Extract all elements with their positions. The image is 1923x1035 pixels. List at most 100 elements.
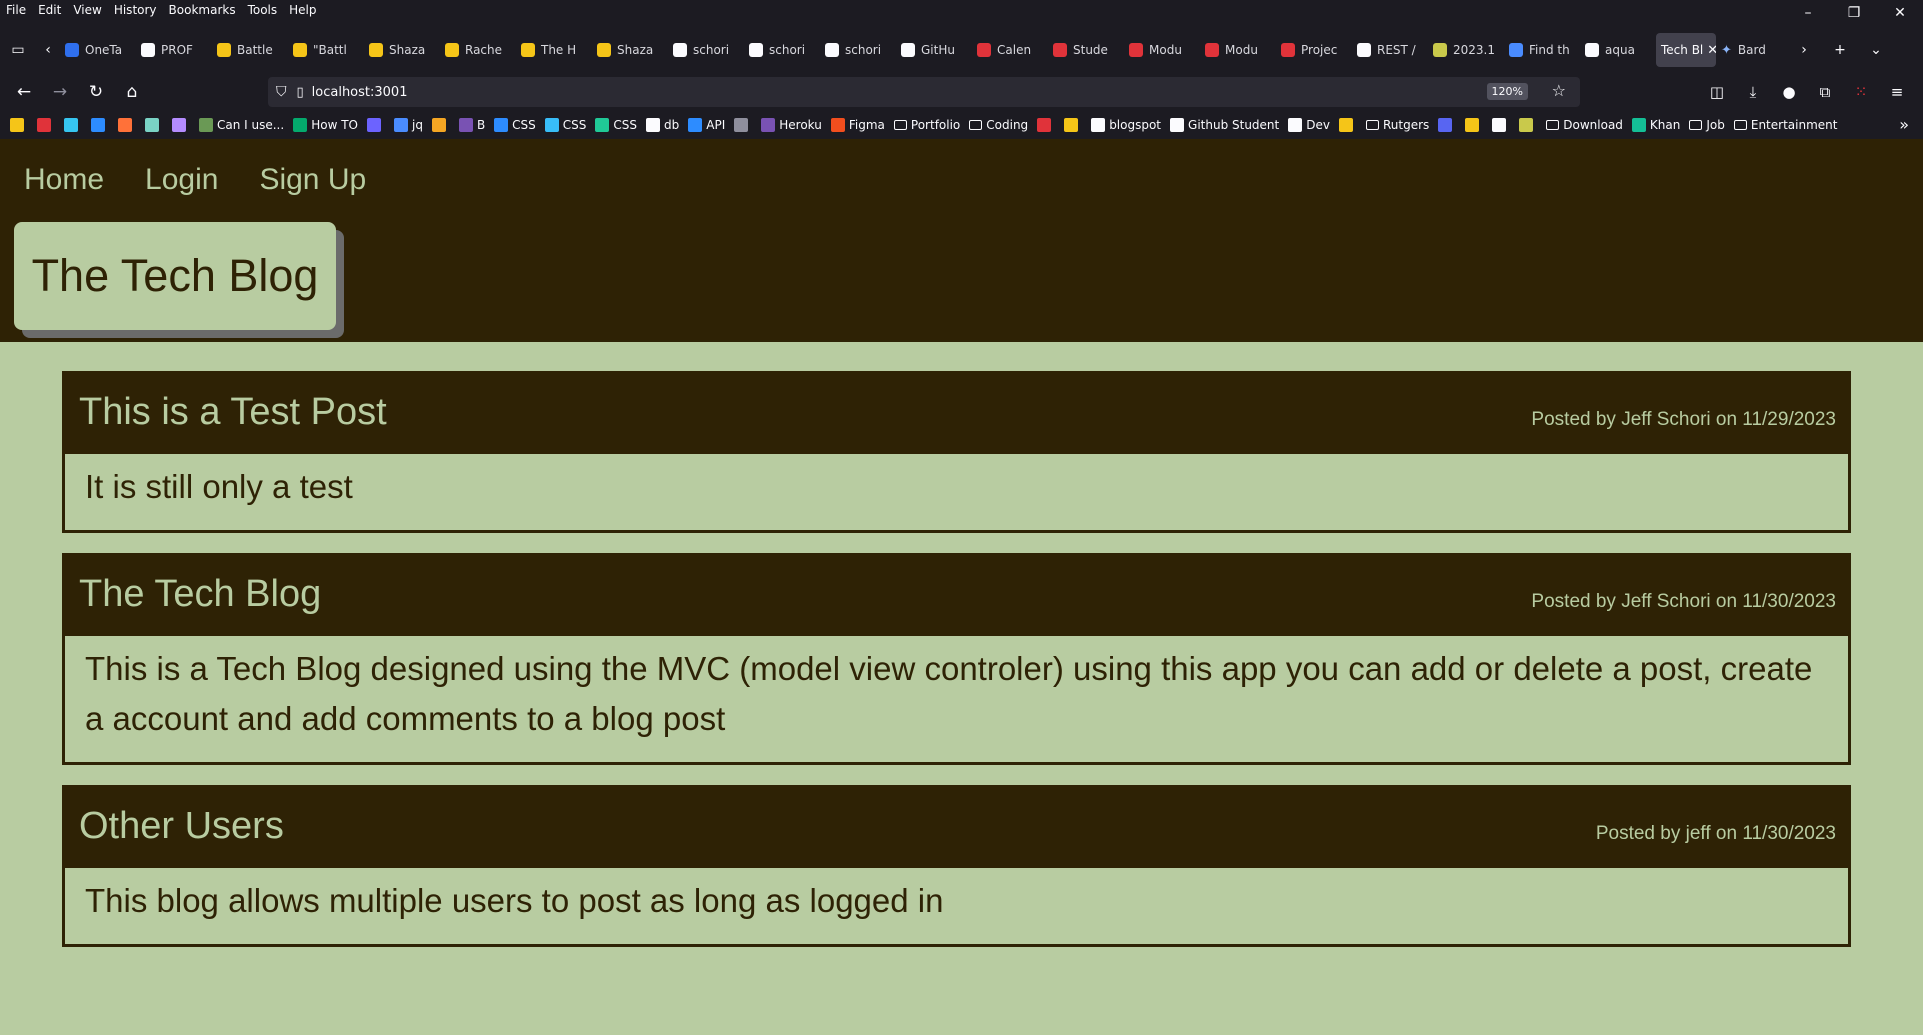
tab-20[interactable]: aqua xyxy=(1580,33,1656,67)
zoom-level[interactable]: 120% xyxy=(1486,83,1528,100)
tab-0[interactable]: OneTa xyxy=(60,33,136,67)
home-icon[interactable]: ⌂ xyxy=(114,77,150,107)
bookmark-item[interactable] xyxy=(1438,118,1456,132)
bookmark-item[interactable]: Entertainment xyxy=(1733,118,1837,132)
bookmark-item[interactable] xyxy=(366,118,385,132)
forward-icon[interactable]: → xyxy=(42,77,78,107)
bookmark-item[interactable]: Portfolio xyxy=(893,118,960,132)
bookmark-item[interactable] xyxy=(1338,118,1357,132)
tab-6[interactable]: The H xyxy=(516,33,592,67)
post-title[interactable]: Other Users xyxy=(79,805,284,848)
close-tab-icon[interactable]: ✕ xyxy=(1707,43,1716,58)
bookmark-item[interactable]: CSS xyxy=(494,118,536,132)
tab-18[interactable]: 2023.1 xyxy=(1428,33,1504,67)
nav-home-link[interactable]: Home xyxy=(24,163,104,197)
menu-tools[interactable]: Tools xyxy=(248,3,278,17)
tab-9[interactable]: schori xyxy=(744,33,820,67)
tab-8[interactable]: schori xyxy=(668,33,744,67)
scroll-tabs-left-icon[interactable]: ‹ xyxy=(36,32,60,68)
reload-icon[interactable]: ↻ xyxy=(78,77,114,107)
extensions-icon[interactable]: ⧉ xyxy=(1807,74,1843,110)
post-title[interactable]: The Tech Blog xyxy=(79,573,321,616)
tab-bard[interactable]: ✦ Bard xyxy=(1716,33,1780,67)
list-tabs-icon[interactable]: ⌄ xyxy=(1858,32,1894,68)
apps-grid-icon[interactable]: ⁙ xyxy=(1843,74,1879,110)
bookmark-item[interactable]: CSS xyxy=(595,118,637,132)
bookmark-item[interactable] xyxy=(734,118,752,132)
bookmark-item[interactable] xyxy=(1492,118,1510,132)
bookmark-item[interactable] xyxy=(1465,118,1483,132)
bookmark-item[interactable]: Rutgers xyxy=(1365,118,1429,132)
tab-15[interactable]: Modu xyxy=(1200,33,1276,67)
bookmark-item[interactable] xyxy=(1037,118,1055,132)
menu-file[interactable]: File xyxy=(6,3,26,17)
downloads-icon[interactable]: ⤓ xyxy=(1735,74,1771,110)
close-window-button[interactable]: ✕ xyxy=(1877,0,1923,26)
restore-button[interactable]: ❐ xyxy=(1831,0,1877,26)
bookmark-item[interactable] xyxy=(37,118,55,132)
menu-history[interactable]: History xyxy=(114,3,157,17)
bookmark-item[interactable]: Coding xyxy=(969,118,1028,132)
tab-active[interactable]: Tech Bl ✕ xyxy=(1656,33,1716,67)
page-info-icon[interactable]: ▯ xyxy=(297,85,304,100)
tab-14[interactable]: Modu xyxy=(1124,33,1200,67)
bookmark-item[interactable]: Can I use... xyxy=(199,118,284,132)
bookmark-item[interactable]: db xyxy=(646,118,679,132)
bookmark-item[interactable]: How TO xyxy=(293,118,358,132)
menu-view[interactable]: View xyxy=(73,3,101,17)
bookmark-item[interactable] xyxy=(118,118,136,132)
bookmark-item[interactable] xyxy=(64,118,82,132)
bookmark-item[interactable] xyxy=(145,118,163,132)
bookmark-star-icon[interactable]: ☆ xyxy=(1552,81,1566,100)
nav-login-link[interactable]: Login xyxy=(145,163,218,197)
pocket-icon[interactable]: ◫ xyxy=(1699,74,1735,110)
more-bookmarks-icon[interactable]: » xyxy=(1899,115,1909,134)
tab-7[interactable]: Shaza xyxy=(592,33,668,67)
menu-edit[interactable]: Edit xyxy=(38,3,61,17)
tab-16[interactable]: Projec xyxy=(1276,33,1352,67)
url-bar[interactable]: ⛉ ▯ localhost:3001 120% ☆ xyxy=(268,77,1580,107)
bookmark-item[interactable]: Dev xyxy=(1288,118,1330,132)
back-icon[interactable]: ← xyxy=(6,77,42,107)
tab-10[interactable]: schori xyxy=(820,33,896,67)
bookmark-item[interactable]: API xyxy=(688,118,725,132)
post-card[interactable]: The Tech Blog Posted by Jeff Schori on 1… xyxy=(62,553,1851,765)
bookmark-item[interactable]: Github Student xyxy=(1170,118,1279,132)
bookmark-item[interactable] xyxy=(1519,118,1537,132)
tab-2[interactable]: Battle xyxy=(212,33,288,67)
tab-12[interactable]: Calen xyxy=(972,33,1048,67)
tab-11[interactable]: GitHu xyxy=(896,33,972,67)
new-tab-icon[interactable]: + xyxy=(1822,32,1858,68)
bookmark-item[interactable] xyxy=(91,118,109,132)
bookmark-item[interactable]: blogspot xyxy=(1091,118,1161,132)
bookmark-item[interactable] xyxy=(172,118,190,132)
bookmark-item[interactable] xyxy=(10,118,28,132)
nav-signup-link[interactable]: Sign Up xyxy=(259,163,366,197)
menu-icon[interactable]: ≡ xyxy=(1879,74,1915,110)
bookmark-item[interactable]: B xyxy=(458,118,485,132)
scroll-tabs-right-icon[interactable]: › xyxy=(1786,32,1822,68)
shield-icon[interactable]: ⛉ xyxy=(276,84,287,100)
tab-4[interactable]: Shaza xyxy=(364,33,440,67)
url-text[interactable]: localhost:3001 xyxy=(312,85,408,100)
bookmark-item[interactable]: Download xyxy=(1546,118,1623,132)
menu-help[interactable]: Help xyxy=(289,3,316,17)
account-icon[interactable]: ● xyxy=(1771,74,1807,110)
bookmark-item[interactable] xyxy=(431,118,450,132)
tab-19[interactable]: Find th xyxy=(1504,33,1580,67)
bookmark-item[interactable]: CSS xyxy=(544,118,586,132)
tab-17[interactable]: REST / xyxy=(1352,33,1428,67)
tab-13[interactable]: Stude xyxy=(1048,33,1124,67)
bookmark-item[interactable]: jq xyxy=(393,118,423,132)
minimize-button[interactable]: – xyxy=(1785,0,1831,26)
tab-overview-icon[interactable]: ▭ xyxy=(0,32,36,68)
bookmark-item[interactable]: Khan xyxy=(1631,118,1680,132)
post-title[interactable]: This is a Test Post xyxy=(79,391,387,434)
tab-5[interactable]: Rache xyxy=(440,33,516,67)
bookmark-item[interactable]: Figma xyxy=(830,118,885,132)
post-card[interactable]: This is a Test Post Posted by Jeff Schor… xyxy=(62,371,1851,533)
menu-bookmarks[interactable]: Bookmarks xyxy=(169,3,236,17)
bookmark-item[interactable]: Heroku xyxy=(761,118,822,132)
bookmark-item[interactable] xyxy=(1064,118,1082,132)
tab-3[interactable]: "Battl xyxy=(288,33,364,67)
